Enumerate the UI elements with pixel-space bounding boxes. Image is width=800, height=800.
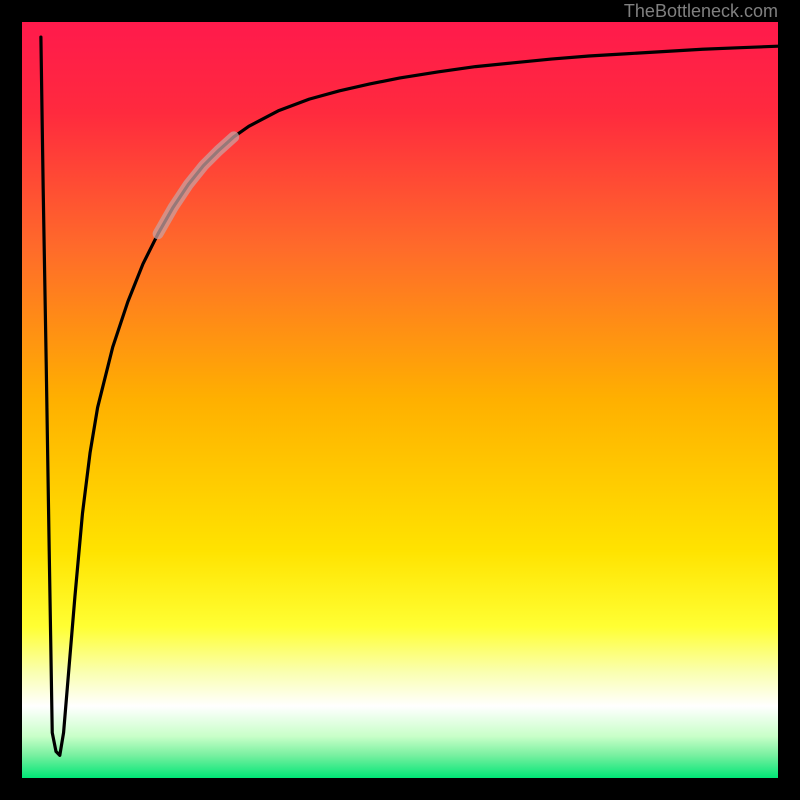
plot-svg (22, 22, 778, 778)
chart-container: TheBottleneck.com (0, 0, 800, 800)
plot-area (22, 22, 778, 778)
watermark-text: TheBottleneck.com (624, 0, 778, 22)
gradient-background (22, 22, 778, 778)
